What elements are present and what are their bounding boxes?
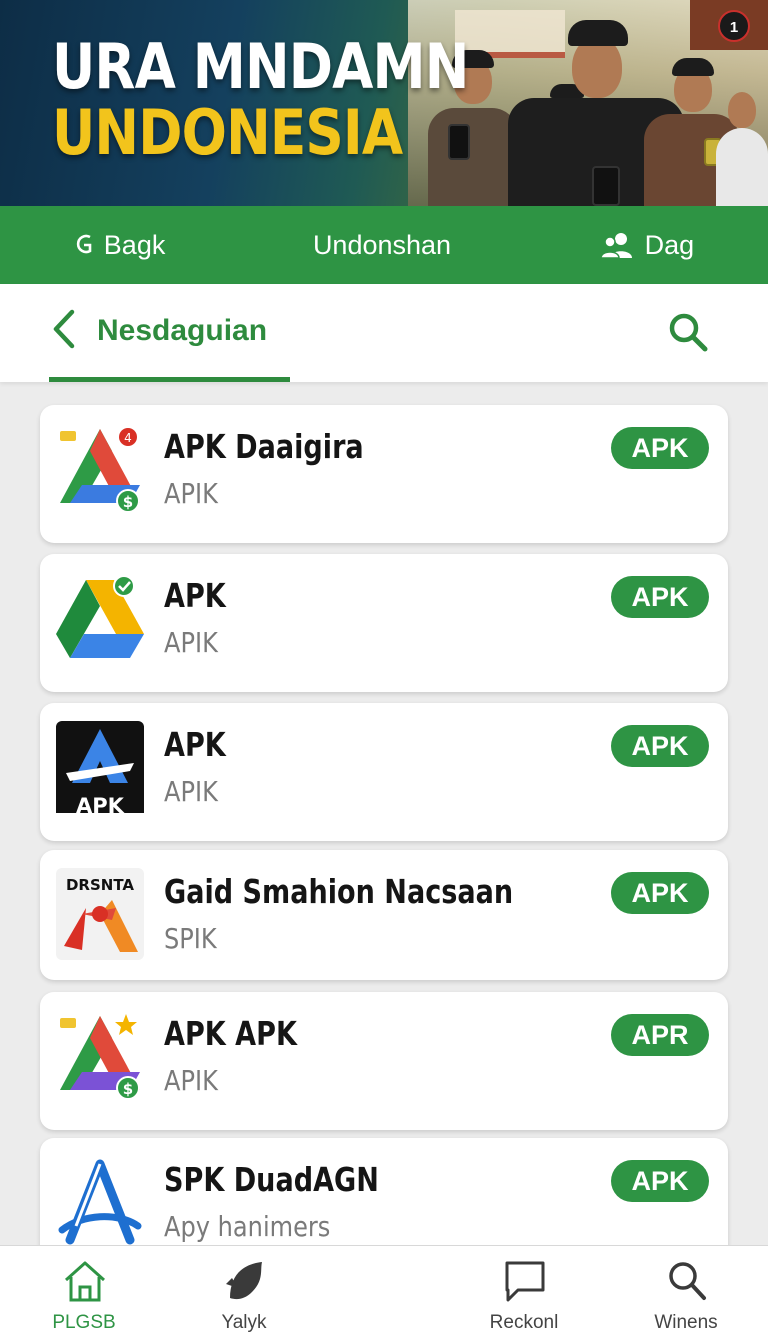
- app-subtitle: APIK: [164, 477, 218, 510]
- person-far-right: [716, 66, 768, 206]
- top-nav-label-dag: Dag: [644, 229, 695, 260]
- app-subtitle: Apy hanimers: [164, 1210, 331, 1243]
- bottom-nav-yalyk[interactable]: Yalyk: [184, 1246, 304, 1344]
- drsnta-icon: DRSNTA: [56, 868, 144, 960]
- apk-download-button[interactable]: APK: [611, 427, 709, 469]
- app-name: APK APK: [164, 1014, 297, 1053]
- page-title: Nesdaguian: [97, 314, 268, 347]
- bottom-nav-label: Reckonl: [489, 1312, 559, 1333]
- app-name: APK: [164, 725, 226, 764]
- bottom-nav-home[interactable]: PLGSB: [24, 1246, 144, 1344]
- app-name: APK Daaigira: [164, 427, 364, 466]
- apk-dark-icon: APK: [56, 721, 144, 813]
- drive-money-icon: 4 $: [60, 428, 140, 513]
- app-subtitle: SPIK: [164, 922, 217, 955]
- hero-banner: URA MNDAMN UNDONESIA 1: [0, 0, 768, 206]
- svg-text:DRSNTA: DRSNTA: [66, 876, 134, 894]
- corner-badge[interactable]: 1: [718, 10, 750, 42]
- chat-icon: [505, 1261, 545, 1302]
- top-nav-item-dag[interactable]: Dag: [599, 229, 695, 261]
- app-subtitle: APIK: [164, 626, 218, 659]
- app-subtitle: APIK: [164, 1064, 218, 1097]
- apk-download-button[interactable]: APR: [611, 1014, 709, 1056]
- hero-title: URA MNDAMN UNDONESIA: [52, 30, 469, 169]
- leaf-icon: [226, 1262, 262, 1300]
- users-icon: [599, 233, 632, 259]
- top-nav-label-undonshan: Undonshan: [312, 229, 452, 260]
- top-nav-item-undonshan[interactable]: Undonshan: [313, 230, 451, 261]
- tab-indicator: [49, 377, 290, 382]
- apk-download-button[interactable]: APK: [611, 872, 709, 914]
- search-icon: [669, 1262, 706, 1300]
- app-name: SPK DuadAGN: [164, 1160, 379, 1199]
- app-subtitle: APIK: [164, 775, 218, 808]
- bottom-nav-label: Winens: [654, 1312, 718, 1333]
- top-nav-bar: Bagk Undonshan Dag: [0, 206, 768, 284]
- bottom-nav-winens[interactable]: Winens: [626, 1246, 746, 1344]
- top-nav-label-bagk: Bagk: [103, 229, 166, 260]
- bottom-nav-reckonl[interactable]: Reckonl: [464, 1246, 584, 1344]
- drive-purple-icon: $: [60, 1014, 140, 1100]
- list-item[interactable]: APK APIK APK: [40, 554, 728, 692]
- drive-check-icon: [56, 575, 144, 658]
- search-icon[interactable]: [666, 310, 710, 354]
- bottom-nav-label: Yalyk: [221, 1312, 267, 1333]
- chevron-left-icon[interactable]: [48, 304, 80, 354]
- app-name: Gaid Smahion Nacsaan: [164, 872, 514, 911]
- app-name: APK: [164, 576, 226, 615]
- apk-download-button[interactable]: APK: [611, 725, 709, 767]
- apk-download-button[interactable]: APK: [611, 576, 709, 618]
- svg-text:$: $: [123, 1080, 133, 1098]
- list-item[interactable]: 4 $ APK Daaigira APIK APK: [40, 405, 728, 543]
- apk-download-button[interactable]: APK: [611, 1160, 709, 1202]
- svg-text:APK: APK: [76, 794, 125, 813]
- home-icon: [64, 1261, 106, 1302]
- hero-title-line1: URA MNDAMN: [52, 30, 469, 103]
- top-nav-item-bagk[interactable]: Bagk: [74, 229, 166, 261]
- hero-title-line2: UNDONESIA: [52, 96, 403, 169]
- blue-a-icon: [58, 1159, 142, 1245]
- list-item[interactable]: $ APK APK APIK APR: [40, 992, 728, 1130]
- g-icon: [76, 234, 92, 254]
- svg-text:4: 4: [124, 431, 132, 445]
- list-item[interactable]: APK APK APIK APK: [40, 703, 728, 841]
- bottom-nav: PLGSB Yalyk Reckonl Winens: [0, 1245, 768, 1344]
- bottom-nav-label: PLGSB: [52, 1312, 116, 1333]
- list-item[interactable]: DRSNTA Gaid Smahion Nacsaan SPIK APK: [40, 850, 728, 980]
- svg-text:$: $: [123, 493, 133, 511]
